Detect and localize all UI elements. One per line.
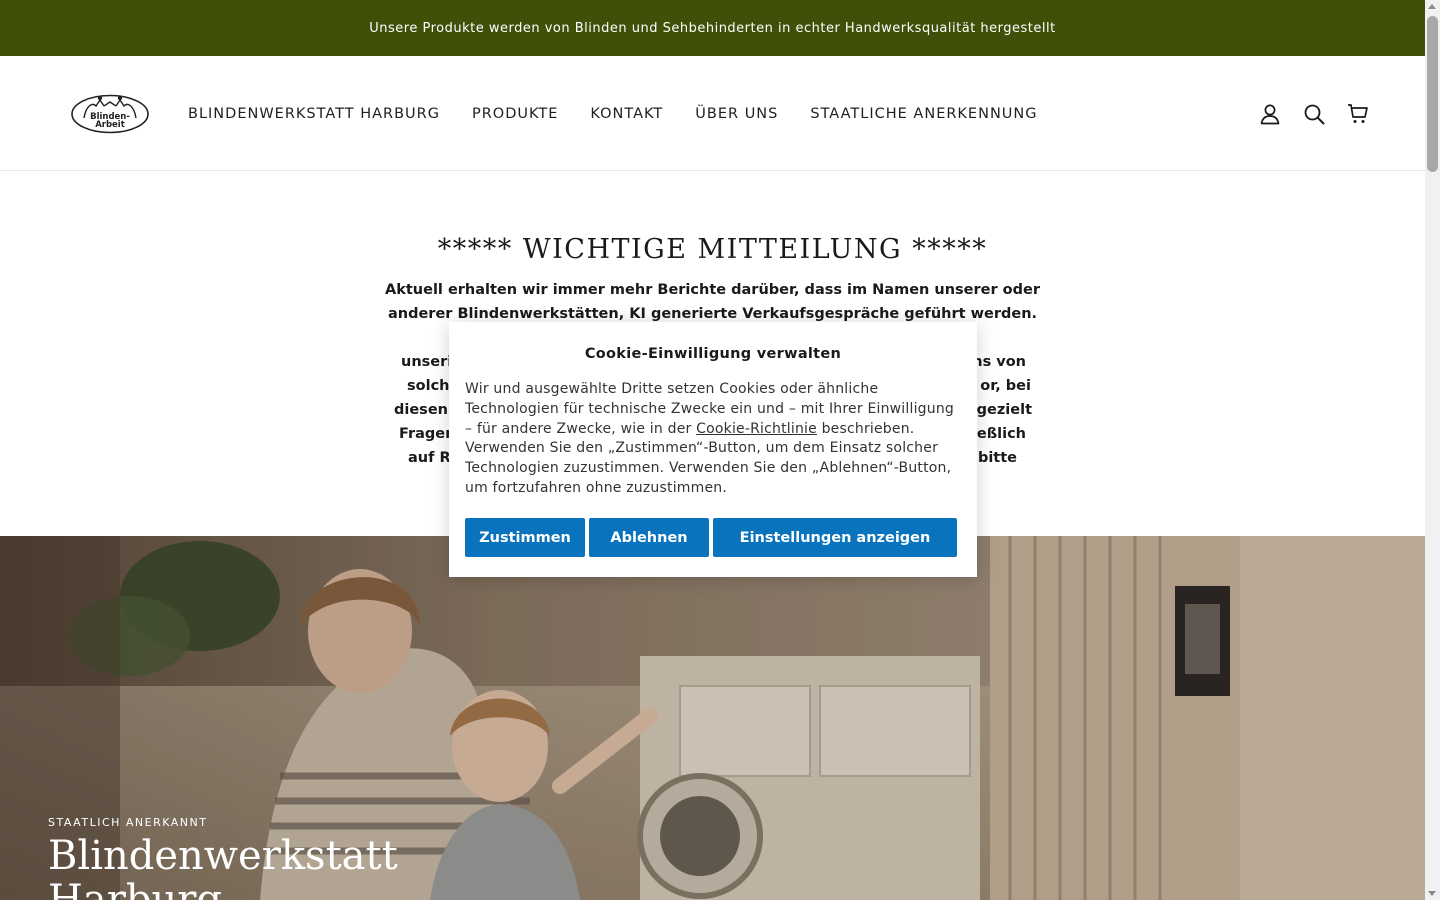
accept-button[interactable]: Zustimmen [465,518,585,557]
hero-title: Blindenwerkstatt Harburg [48,834,468,900]
hero-eyebrow: STAATLICH ANERKANNT [48,816,208,829]
scroll-down-arrow-icon[interactable] [1428,891,1436,896]
announcement-text: Unsere Produkte werden von Blinden und S… [369,20,1056,36]
cookie-buttons: Zustimmen Ablehnen Einstellungen anzeige… [465,518,957,557]
notice-fragment: ießlich [971,426,1026,442]
nav-item-ueber-uns[interactable]: ÜBER UNS [695,106,778,122]
cart-icon[interactable] [1347,103,1369,125]
notice-fragment: gezielt [976,402,1032,418]
announcement-bar: Unsere Produkte werden von Blinden und S… [0,0,1425,56]
hero-title-line: Blindenwerkstatt [48,833,398,879]
notice-fragment: ns von [972,354,1026,370]
logo-emblem-icon: Blinden- Arbeit [71,94,149,134]
notice-title: ***** WICHTIGE MITTEILUNG ***** [437,234,988,265]
notice-fragment: unseri [401,354,453,370]
nav-item-blindenwerkstatt-harburg[interactable]: BLINDENWERKSTATT HARBURG [188,106,440,122]
cookie-consent-dialog: Cookie-Einwilligung verwalten Wir und au… [449,322,977,577]
notice-fragment: or, bei [980,378,1031,394]
site-logo[interactable]: Blinden- Arbeit [70,92,150,135]
page: Unsere Produkte werden von Blinden und S… [0,0,1425,900]
main-nav: BLINDENWERKSTATT HARBURG PRODUKTE KONTAK… [188,56,1037,171]
notice-fragment: Fragen [399,426,456,442]
cookie-dialog-text: Wir und ausgewählte Dritte setzen Cookie… [465,380,961,499]
page-scrollbar[interactable] [1425,0,1440,900]
nav-item-kontakt[interactable]: KONTAKT [590,106,663,122]
notice-fragment: bitte [977,450,1017,466]
site-header: Blinden- Arbeit BLINDENWERKSTATT HARBURG… [0,56,1425,171]
nav-item-staatliche-anerkennung[interactable]: STAATLICHE ANERKENNUNG [810,106,1037,122]
scroll-thumb[interactable] [1427,16,1438,172]
reject-button[interactable]: Ablehnen [589,518,709,557]
scroll-up-arrow-icon[interactable] [1428,4,1436,9]
logo-text-2: Arbeit [95,120,125,130]
show-settings-button[interactable]: Einstellungen anzeigen [713,518,957,557]
notice-fragment: diesen [394,402,448,418]
hero-title-line: Harburg [48,877,222,900]
nav-item-produkte[interactable]: PRODUKTE [472,106,558,122]
cookie-policy-link[interactable]: Cookie-Richtlinie [696,421,817,437]
cookie-dialog-title: Cookie-Einwilligung verwalten [584,346,842,362]
notice-line: Aktuell erhalten wir immer mehr Berichte… [385,282,1041,298]
hero-banner: STAATLICH ANERKANNT Blindenwerkstatt Har… [0,536,1425,900]
account-icon[interactable] [1259,103,1281,125]
search-icon[interactable] [1303,103,1325,125]
header-icons [1259,56,1369,171]
